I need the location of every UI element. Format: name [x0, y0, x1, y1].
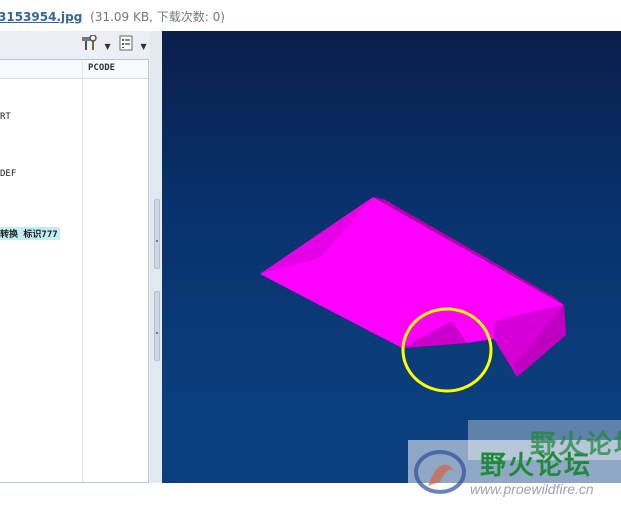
- model-tree-panel: ▼ ▼ PCODE RT DEF 转换 标识777: [0, 31, 162, 483]
- splitter-grip[interactable]: [154, 199, 160, 269]
- column-divider[interactable]: [82, 60, 83, 482]
- hammer-wrench-icon: [82, 34, 102, 55]
- column-header-pcode[interactable]: PCODE: [88, 63, 115, 73]
- model-render: [260, 197, 566, 393]
- chevron-down-icon: ▼: [140, 42, 147, 51]
- attachment-meta: (31.09 KB, 下载次数: 0): [90, 10, 225, 24]
- list-settings-icon: [118, 35, 138, 55]
- grip-dot: [156, 240, 158, 242]
- watermark-title: 野火论坛: [480, 451, 593, 481]
- tree-item[interactable]: DEF: [0, 169, 16, 179]
- 3d-graphics-window[interactable]: [162, 31, 621, 483]
- chevron-down-icon: ▼: [104, 42, 111, 51]
- watermark-url: www.proewildfire.cn: [470, 481, 594, 497]
- tree-header: PCODE: [0, 60, 148, 79]
- splitter-grip[interactable]: [154, 291, 160, 361]
- tree-tools-button[interactable]: ▼: [82, 34, 111, 55]
- attachment-caption: 3153954.jpg (31.09 KB, 下载次数: 0): [0, 0, 621, 31]
- panel-splitter[interactable]: [150, 31, 162, 483]
- tree-settings-button[interactable]: ▼: [118, 35, 147, 53]
- attachment-file-link[interactable]: 3153954.jpg: [0, 10, 82, 24]
- tree-item[interactable]: RT: [0, 112, 11, 122]
- grip-dot: [156, 332, 158, 334]
- flame-logo-icon: [414, 450, 466, 494]
- model-tree: PCODE RT DEF 转换 标识777: [0, 59, 149, 483]
- model-tree-toolbar: ▼ ▼: [0, 31, 150, 58]
- tree-item-selected[interactable]: 转换 标识777: [0, 227, 60, 240]
